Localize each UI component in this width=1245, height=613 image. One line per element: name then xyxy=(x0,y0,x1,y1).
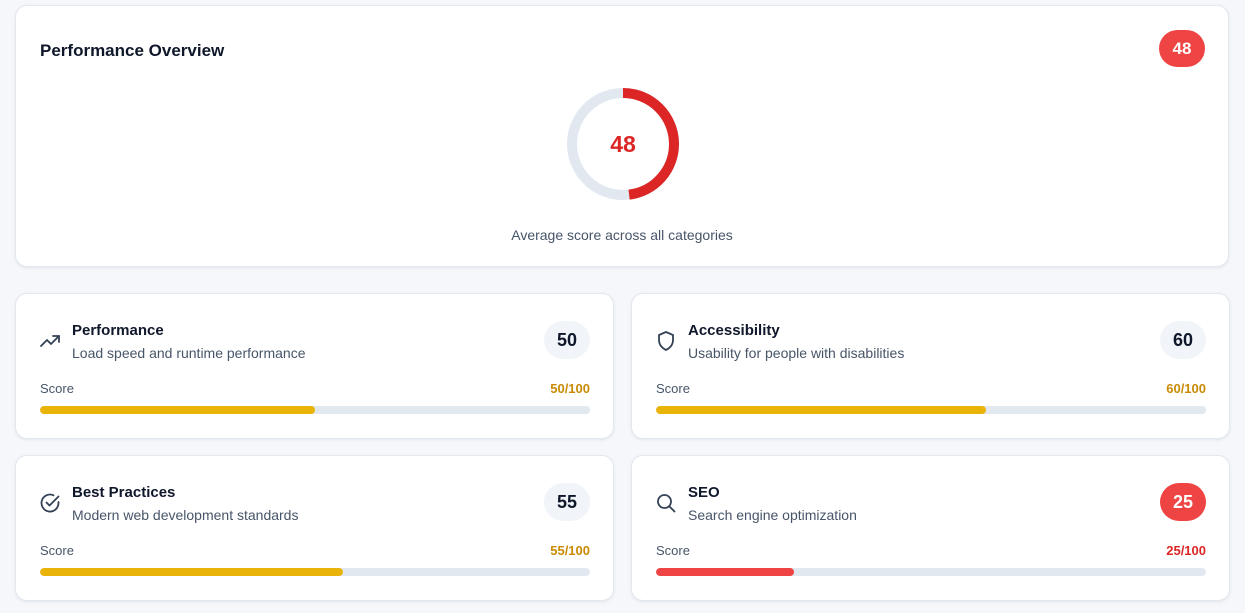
overall-score-badge: 48 xyxy=(1159,30,1205,67)
check-circle-icon xyxy=(38,491,62,515)
performance-overview-card: Performance Overview 48 48 Average score… xyxy=(15,5,1229,267)
category-score-badge: 50 xyxy=(544,321,590,359)
score-progress-track xyxy=(656,568,1206,576)
score-label: Score xyxy=(40,381,74,396)
score-progress-fill xyxy=(656,406,986,414)
score-progress-fill xyxy=(40,568,343,576)
score-value: 50/100 xyxy=(550,381,590,396)
score-progress-track xyxy=(40,406,590,414)
score-progress-track xyxy=(656,406,1206,414)
score-value: 55/100 xyxy=(550,543,590,558)
category-score-badge: 60 xyxy=(1160,321,1206,359)
category-description: Modern web development standards xyxy=(72,507,299,523)
overview-title: Performance Overview xyxy=(40,41,225,60)
score-progress-track xyxy=(40,568,590,576)
score-value: 25/100 xyxy=(1166,543,1206,558)
score-ring-value: 48 xyxy=(610,130,636,157)
category-name: SEO xyxy=(688,484,720,501)
trending-up-icon xyxy=(38,329,62,353)
score-ring: 48 xyxy=(565,86,681,202)
category-card-performance: Performance Load speed and runtime perfo… xyxy=(15,293,614,439)
score-label: Score xyxy=(656,543,690,558)
category-name: Accessibility xyxy=(688,322,780,339)
category-name: Best Practices xyxy=(72,484,176,501)
score-progress-fill xyxy=(40,406,315,414)
score-label: Score xyxy=(40,543,74,558)
overview-caption: Average score across all categories xyxy=(511,227,733,243)
score-value: 60/100 xyxy=(1166,381,1206,396)
category-card-best-practices: Best Practices Modern web development st… xyxy=(15,455,614,601)
category-score-badge: 25 xyxy=(1160,483,1206,521)
category-description: Search engine optimization xyxy=(688,507,857,523)
search-icon xyxy=(654,491,678,515)
shield-icon xyxy=(654,329,678,353)
category-description: Usability for people with disabilities xyxy=(688,345,905,361)
category-description: Load speed and runtime performance xyxy=(72,345,306,361)
score-progress-fill xyxy=(656,568,794,576)
category-card-accessibility: Accessibility Usability for people with … xyxy=(631,293,1230,439)
category-name: Performance xyxy=(72,322,164,339)
category-card-seo: SEO Search engine optimization 25 Score … xyxy=(631,455,1230,601)
score-label: Score xyxy=(656,381,690,396)
category-score-badge: 55 xyxy=(544,483,590,521)
